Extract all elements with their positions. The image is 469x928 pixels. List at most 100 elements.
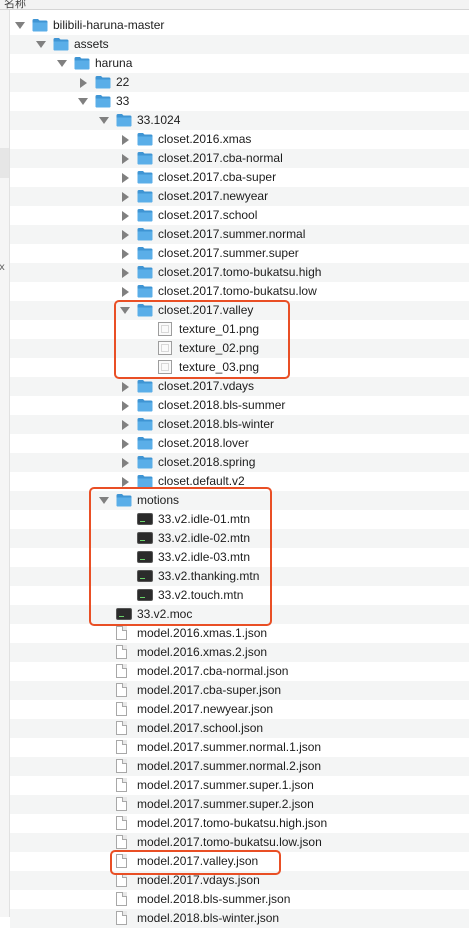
folder-row[interactable]: 33.1024 xyxy=(10,111,469,130)
file-row[interactable]: model.2017.school.json xyxy=(10,719,469,738)
folder-icon xyxy=(137,189,153,203)
disclosure-expanded-icon[interactable] xyxy=(36,35,46,54)
file-row[interactable]: model.2017.summer.super.2.json xyxy=(10,795,469,814)
file-row[interactable]: model.2018.bls-winter.json xyxy=(10,909,469,928)
document-icon xyxy=(116,816,127,830)
folder-row[interactable]: closet.2018.bls-summer xyxy=(10,396,469,415)
terminal-file-icon xyxy=(137,532,153,544)
file-row[interactable]: model.2018.bls-summer.json xyxy=(10,890,469,909)
file-row[interactable]: model.2017.summer.normal.1.json xyxy=(10,738,469,757)
file-row[interactable]: model.2017.cba-super.json xyxy=(10,681,469,700)
disclosure-collapsed-icon[interactable] xyxy=(78,73,88,92)
file-row[interactable]: model.2017.summer.super.1.json xyxy=(10,776,469,795)
disclosure-collapsed-icon[interactable] xyxy=(120,187,130,206)
folder-row[interactable]: 33 xyxy=(10,92,469,111)
file-row[interactable]: texture_02.png xyxy=(10,339,469,358)
disclosure-collapsed-icon[interactable] xyxy=(120,377,130,396)
item-label: closet.2017.tomo-bukatsu.low xyxy=(158,284,317,298)
column-header[interactable]: 名称 xyxy=(0,0,469,10)
file-row[interactable]: model.2016.xmas.2.json xyxy=(10,643,469,662)
item-label: 33.1024 xyxy=(137,113,181,127)
file-row[interactable]: 33.v2.touch.mtn xyxy=(10,586,469,605)
folder-row[interactable]: closet.2017.tomo-bukatsu.high xyxy=(10,263,469,282)
file-row[interactable]: 33.v2.idle-01.mtn xyxy=(10,510,469,529)
disclosure-collapsed-icon[interactable] xyxy=(120,434,130,453)
file-row[interactable]: model.2016.xmas.1.json xyxy=(10,624,469,643)
item-label: motions xyxy=(137,493,180,507)
folder-row[interactable]: closet.2017.tomo-bukatsu.low xyxy=(10,282,469,301)
file-row[interactable]: 33.v2.moc xyxy=(10,605,469,624)
file-row[interactable]: 33.v2.thanking.mtn xyxy=(10,567,469,586)
folder-row[interactable]: closet.2017.summer.super xyxy=(10,244,469,263)
item-label: model.2017.summer.super.1.json xyxy=(137,778,314,792)
folder-row[interactable]: motions xyxy=(10,491,469,510)
document-icon xyxy=(116,911,127,925)
file-row[interactable]: texture_03.png xyxy=(10,358,469,377)
disclosure-collapsed-icon[interactable] xyxy=(120,206,130,225)
disclosure-expanded-icon[interactable] xyxy=(99,111,109,130)
folder-row[interactable]: closet.2017.newyear xyxy=(10,187,469,206)
item-label: 33.v2.touch.mtn xyxy=(158,588,244,602)
name-column-label: 名称 xyxy=(4,0,26,10)
disclosure-collapsed-icon[interactable] xyxy=(120,225,130,244)
item-label: model.2017.tomo-bukatsu.low.json xyxy=(137,835,322,849)
disclosure-collapsed-icon[interactable] xyxy=(120,282,130,301)
image-file-icon xyxy=(158,322,172,336)
folder-row[interactable]: closet.2018.lover xyxy=(10,434,469,453)
folder-row[interactable]: closet.default.v2 xyxy=(10,472,469,491)
disclosure-collapsed-icon[interactable] xyxy=(120,244,130,263)
disclosure-collapsed-icon[interactable] xyxy=(120,472,130,491)
folder-row[interactable]: bilibili-haruna-master xyxy=(10,16,469,35)
disclosure-collapsed-icon[interactable] xyxy=(120,130,130,149)
terminal-file-icon xyxy=(137,551,153,563)
file-row[interactable]: model.2017.newyear.json xyxy=(10,700,469,719)
folder-icon xyxy=(137,246,153,260)
disclosure-expanded-icon[interactable] xyxy=(15,16,25,35)
disclosure-collapsed-icon[interactable] xyxy=(120,149,130,168)
folder-row[interactable]: closet.2017.cba-normal xyxy=(10,149,469,168)
folder-icon xyxy=(137,151,153,165)
disclosure-expanded-icon[interactable] xyxy=(99,491,109,510)
document-icon xyxy=(116,759,127,773)
folder-row[interactable]: closet.2016.xmas xyxy=(10,130,469,149)
folder-row[interactable]: 22 xyxy=(10,73,469,92)
item-label: 22 xyxy=(116,75,130,89)
folder-row[interactable]: closet.2017.school xyxy=(10,206,469,225)
file-row[interactable]: 33.v2.idle-03.mtn xyxy=(10,548,469,567)
file-row[interactable]: model.2017.cba-normal.json xyxy=(10,662,469,681)
disclosure-collapsed-icon[interactable] xyxy=(120,263,130,282)
folder-row[interactable]: closet.2017.valley xyxy=(10,301,469,320)
folder-row[interactable]: closet.2018.spring xyxy=(10,453,469,472)
file-row[interactable]: model.2017.tomo-bukatsu.high.json xyxy=(10,814,469,833)
disclosure-expanded-icon[interactable] xyxy=(57,54,67,73)
folder-row[interactable]: closet.2018.bls-winter xyxy=(10,415,469,434)
disclosure-collapsed-icon[interactable] xyxy=(120,168,130,187)
folder-row[interactable]: closet.2017.vdays xyxy=(10,377,469,396)
folder-row[interactable]: closet.2017.cba-super xyxy=(10,168,469,187)
disclosure-collapsed-icon[interactable] xyxy=(120,453,130,472)
folder-icon xyxy=(137,436,153,450)
folder-icon xyxy=(137,303,153,317)
item-label: closet.2017.summer.normal xyxy=(158,227,306,241)
document-icon xyxy=(116,721,127,735)
document-icon xyxy=(116,873,127,887)
disclosure-expanded-icon[interactable] xyxy=(78,92,88,111)
file-row[interactable]: model.2017.summer.normal.2.json xyxy=(10,757,469,776)
folder-row[interactable]: closet.2017.summer.normal xyxy=(10,225,469,244)
file-row[interactable]: model.2017.valley.json xyxy=(10,852,469,871)
document-icon xyxy=(116,645,127,659)
file-row[interactable]: model.2017.vdays.json xyxy=(10,871,469,890)
item-label: closet.default.v2 xyxy=(158,474,245,488)
item-label: 33.v2.idle-03.mtn xyxy=(158,550,251,564)
file-row[interactable]: 33.v2.idle-02.mtn xyxy=(10,529,469,548)
disclosure-collapsed-icon[interactable] xyxy=(120,415,130,434)
file-row[interactable]: model.2017.tomo-bukatsu.low.json xyxy=(10,833,469,852)
folder-row[interactable]: assets xyxy=(10,35,469,54)
item-label: closet.2017.school xyxy=(158,208,258,222)
folder-row[interactable]: haruna xyxy=(10,54,469,73)
disclosure-expanded-icon[interactable] xyxy=(120,301,130,320)
folder-icon xyxy=(137,170,153,184)
file-row[interactable]: texture_01.png xyxy=(10,320,469,339)
item-label: model.2017.newyear.json xyxy=(137,702,274,716)
disclosure-collapsed-icon[interactable] xyxy=(120,396,130,415)
